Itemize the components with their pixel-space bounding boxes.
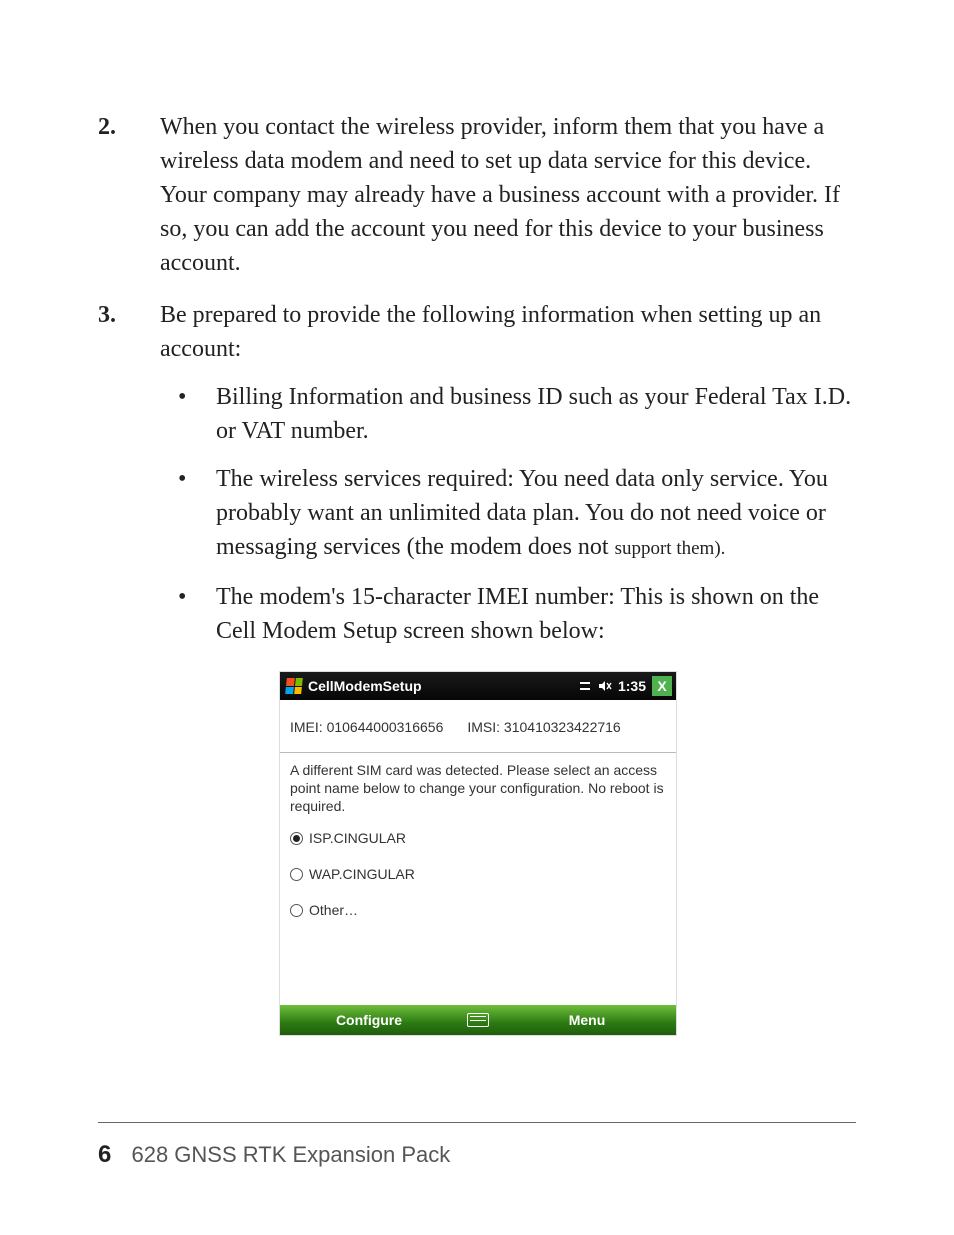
footer-rule [98,1122,856,1123]
apn-radio-other[interactable]: Other… [290,893,666,927]
bullet-mark: • [160,580,216,648]
close-button[interactable]: X [652,676,672,696]
radio-label: WAP.CINGULAR [309,857,415,891]
page-footer: 6 628 GNSS RTK Expansion Pack [98,1141,450,1169]
connection-icon [578,680,592,692]
soft-key-bar: Configure Menu [280,1005,676,1035]
ordered-body: When you contact the wireless provider, … [160,110,856,280]
radio-label: ISP.CINGULAR [309,821,406,855]
clock: 1:35 [618,669,646,703]
radio-icon [290,868,303,881]
embedded-screenshot: CellModemSetup 1:35 X I [280,672,680,1035]
footer-title: 628 GNSS RTK Expansion Pack [131,1142,450,1167]
ordered-number: 2. [98,110,160,280]
imsi-field: IMSI: 310410323422716 [467,710,620,744]
ordered-item-2: 2. When you contact the wireless provide… [98,110,856,280]
configure-button[interactable]: Configure [280,1003,458,1037]
bullet-text-small: support them). [615,538,726,559]
window-title: CellModemSetup [308,669,422,703]
radio-label: Other… [309,893,358,927]
keyboard-button[interactable] [458,1013,498,1027]
radio-icon [290,904,303,917]
keyboard-icon [467,1013,489,1027]
radio-icon [290,832,303,845]
imei-field: IMEI: 010644000316656 [290,710,443,744]
bullet-text: The modem's 15-character IMEI number: Th… [216,580,856,648]
bullet-text: The wireless services required: You need… [216,462,856,566]
apn-radio-wap-cingular[interactable]: WAP.CINGULAR [290,857,666,891]
ordered-text: Be prepared to provide the following inf… [160,302,821,362]
divider [280,752,676,753]
ordered-body: Be prepared to provide the following inf… [160,298,856,1035]
bullet-item: • Billing Information and business ID su… [160,380,856,448]
bullet-mark: • [160,462,216,566]
cellmodemsetup-window: CellModemSetup 1:35 X I [280,672,676,1035]
titlebar: CellModemSetup 1:35 X [280,672,676,700]
windows-logo-icon [285,678,303,694]
sim-detected-message: A different SIM card was detected. Pleas… [290,761,666,815]
menu-button[interactable]: Menu [498,1003,676,1037]
speaker-muted-icon [598,680,612,692]
apn-radio-isp-cingular[interactable]: ISP.CINGULAR [290,821,666,855]
window-body: IMEI: 010644000316656 IMSI: 310410323422… [280,700,676,935]
ordered-number: 3. [98,298,160,1035]
status-tray: 1:35 [578,669,646,703]
page-number: 6 [98,1141,111,1168]
ordered-item-3: 3. Be prepared to provide the following … [98,298,856,1035]
bullet-mark: • [160,380,216,448]
bullet-item: • The wireless services required: You ne… [160,462,856,566]
bullet-text-main: The wireless services required: You need… [216,466,828,560]
bullet-text: Billing Information and business ID such… [216,380,856,448]
bullet-item: • The modem's 15-character IMEI number: … [160,580,856,648]
